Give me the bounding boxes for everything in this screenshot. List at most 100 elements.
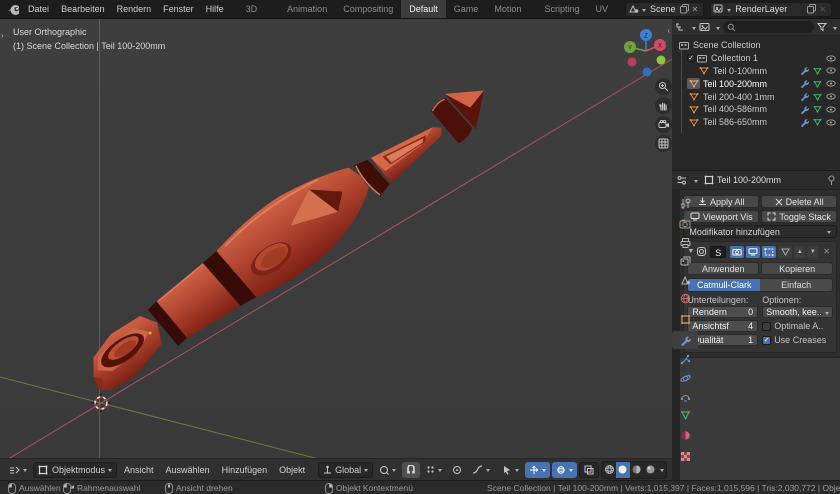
- outliner-row-teil-400-586mm[interactable]: Teil 400-586mm: [672, 103, 840, 116]
- tab-motion-tracking[interactable]: Motion Tracking: [486, 0, 536, 18]
- menu-auswaehlen[interactable]: Auswählen: [161, 465, 215, 475]
- copy-icon[interactable]: [807, 4, 816, 14]
- gizmos-toggle[interactable]: [525, 462, 550, 478]
- shading-rendered-button[interactable]: [643, 462, 657, 478]
- tab-animation[interactable]: Animation: [279, 0, 335, 18]
- apply-modifier-button[interactable]: Anwenden: [687, 262, 759, 275]
- modifier-wrench-icon[interactable]: [798, 65, 811, 76]
- camera-view-button[interactable]: [655, 116, 672, 133]
- render-layer-name-field[interactable]: RenderLayer: [731, 4, 807, 14]
- pin-icon[interactable]: [827, 175, 836, 186]
- move-modifier-down-button[interactable]: ▼: [807, 246, 818, 258]
- menu-datei[interactable]: Datei: [22, 0, 55, 18]
- toolbar-expand-arrow[interactable]: ›: [1, 31, 4, 40]
- menu-rendern[interactable]: Rendern: [111, 0, 158, 18]
- mode-dropdown[interactable]: Objektmodus: [33, 462, 117, 478]
- menu-objekt[interactable]: Objekt: [274, 465, 310, 475]
- outliner-row-teil-100-200mm[interactable]: Teil 100-200mm: [672, 77, 840, 90]
- delete-modifier-icon[interactable]: ✕: [820, 247, 833, 256]
- hide-eye-icon[interactable]: [824, 117, 837, 128]
- tab-output[interactable]: [672, 234, 698, 252]
- mesh-data-icon[interactable]: [811, 117, 824, 128]
- tab-render[interactable]: [672, 215, 698, 233]
- move-modifier-up-button[interactable]: ▲: [794, 246, 805, 258]
- tab-game-logic[interactable]: Game Logic: [446, 0, 487, 18]
- pan-hand-button[interactable]: [655, 97, 672, 114]
- snap-target-dropdown[interactable]: [422, 462, 446, 478]
- outliner-row-scene-collection[interactable]: Scene Collection: [672, 39, 840, 52]
- axis-minus-x-ball[interactable]: [628, 58, 637, 67]
- modifier-wrench-icon[interactable]: [798, 117, 811, 128]
- shading-dropdown[interactable]: [657, 462, 666, 478]
- axis-minus-z-ball[interactable]: [643, 68, 652, 77]
- hide-eye-icon[interactable]: [824, 65, 837, 76]
- hide-eye-icon[interactable]: [824, 91, 837, 102]
- tab-world[interactable]: [672, 289, 698, 307]
- simple-option[interactable]: Einfach: [760, 279, 832, 291]
- menu-bearbeiten[interactable]: Bearbeiten: [55, 0, 111, 18]
- tab-object-data[interactable]: [672, 406, 698, 424]
- modifier-wrench-icon[interactable]: [798, 104, 811, 115]
- proportional-falloff-dropdown[interactable]: [468, 462, 494, 478]
- orthographic-toggle-button[interactable]: [655, 135, 672, 152]
- copy-icon[interactable]: [680, 4, 689, 14]
- mesh-data-icon[interactable]: [811, 78, 824, 89]
- menu-hilfe[interactable]: Hilfe: [200, 0, 230, 18]
- hide-eye-icon[interactable]: [824, 78, 837, 89]
- axis-minus-y-ball[interactable]: [657, 56, 666, 65]
- xray-toggle[interactable]: [579, 462, 599, 478]
- editor-type-icon[interactable]: [676, 175, 688, 186]
- tab-modifiers[interactable]: [672, 331, 698, 349]
- editor-type-icon[interactable]: [675, 22, 686, 32]
- modifier-cage-toggle[interactable]: [778, 246, 792, 258]
- shading-material-button[interactable]: [630, 462, 644, 478]
- scene-icon[interactable]: [628, 4, 639, 14]
- modifier-render-toggle[interactable]: [730, 246, 744, 258]
- copy-modifier-button[interactable]: Kopieren: [761, 262, 833, 275]
- use-creases-checkbox[interactable]: ✓Use Creases: [762, 334, 833, 346]
- tab-uv-edit[interactable]: UV Edit: [588, 0, 620, 18]
- render-layer-icon[interactable]: [713, 4, 724, 14]
- snap-toggle[interactable]: [402, 462, 420, 478]
- tab-object[interactable]: [672, 310, 698, 328]
- optimal-display-checkbox[interactable]: Optimale A..: [762, 320, 833, 332]
- outliner-row-collection-1[interactable]: ✓ Collection 1: [672, 52, 840, 65]
- outliner-row-teil-586-650mm[interactable]: Teil 586-650mm: [672, 116, 840, 129]
- outliner-row-teil-0-100mm[interactable]: Teil 0-100mm: [672, 65, 840, 78]
- tab-particles[interactable]: [672, 350, 698, 368]
- editor-type-button[interactable]: [5, 462, 31, 478]
- collection-checkbox[interactable]: ✓: [687, 54, 695, 62]
- modifier-editmode-toggle[interactable]: [762, 246, 776, 258]
- tab-tool[interactable]: [672, 194, 698, 212]
- tab-scripting[interactable]: Scripting: [537, 0, 588, 18]
- outliner-search-input[interactable]: [723, 21, 814, 33]
- close-icon[interactable]: ✕: [689, 5, 702, 14]
- modifier-wrench-icon[interactable]: [798, 78, 811, 89]
- blender-logo-icon[interactable]: [7, 2, 19, 17]
- add-modifier-dropdown[interactable]: Modifikator hinzufügen: [683, 225, 837, 238]
- uv-smooth-dropdown[interactable]: Smooth, kee..: [762, 306, 833, 318]
- tab-3d-view-full[interactable]: 3D View Full: [238, 0, 280, 18]
- mesh-data-icon[interactable]: [811, 91, 824, 102]
- zoom-button[interactable]: [655, 78, 672, 95]
- outliner-row-teil-200-400-1mm[interactable]: Teil 200-400 1mm: [672, 90, 840, 103]
- menu-fenster[interactable]: Fenster: [157, 0, 200, 18]
- tab-physics[interactable]: [672, 369, 698, 387]
- mesh-object-teil-100-200mm[interactable]: [68, 65, 509, 407]
- delete-all-button[interactable]: Delete All: [761, 195, 837, 208]
- transform-orientation-dropdown[interactable]: Global: [318, 462, 373, 478]
- tab-texture[interactable]: [672, 447, 698, 465]
- modifier-name-field[interactable]: S: [710, 246, 726, 258]
- hide-eye-icon[interactable]: [824, 104, 837, 115]
- hide-eye-icon[interactable]: [824, 53, 837, 64]
- scene-name-field[interactable]: Scene: [646, 4, 680, 14]
- menu-ansicht[interactable]: Ansicht: [119, 465, 159, 475]
- show-object-types-dropdown[interactable]: [498, 462, 523, 478]
- display-mode-icon[interactable]: [699, 22, 710, 32]
- modifier-wrench-icon[interactable]: [798, 91, 811, 102]
- tab-view-layer[interactable]: [672, 252, 698, 270]
- tab-compositing[interactable]: Compositing: [335, 0, 401, 18]
- tab-scene[interactable]: [672, 271, 698, 289]
- overlays-toggle[interactable]: [552, 462, 577, 478]
- catmull-clark-option[interactable]: Catmull-Clark: [688, 279, 760, 291]
